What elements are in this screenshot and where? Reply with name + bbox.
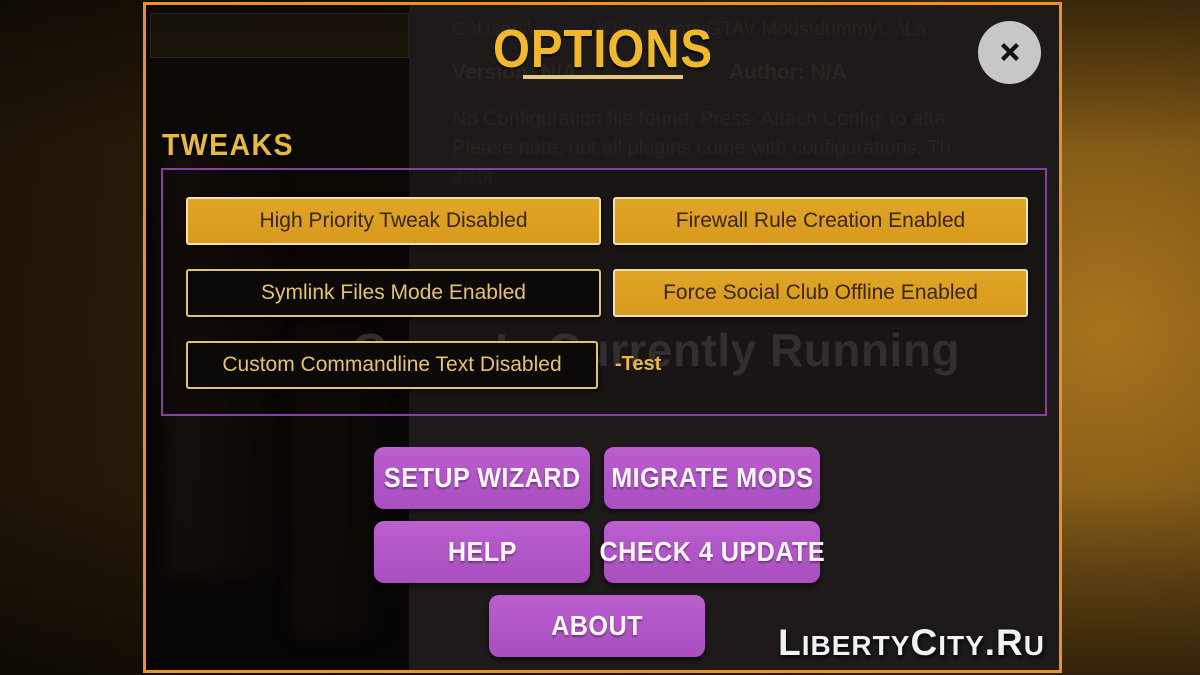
tweak-toggle-force-social-club-offline[interactable]: Force Social Club Offline Enabled bbox=[613, 269, 1028, 317]
dialog-title: OPTIONS bbox=[477, 21, 727, 79]
about-button[interactable]: ABOUT bbox=[489, 595, 705, 657]
tweaks-section-label: TWEAKS bbox=[162, 127, 294, 162]
close-x-icon bbox=[993, 36, 1027, 70]
background-plugin-listbox bbox=[150, 13, 409, 58]
background-author-label: Author: N/A bbox=[729, 61, 847, 84]
check-update-label: CHECK 4 UPDATE bbox=[599, 536, 825, 567]
tweak-toggle-firewall-rule-creation[interactable]: Firewall Rule Creation Enabled bbox=[613, 197, 1028, 245]
options-dialog-window: C:\Users\______\Documents\GTAV Mods\dumm… bbox=[143, 2, 1062, 673]
desktop-wallpaper: C:\Users\______\Documents\GTAV Mods\dumm… bbox=[0, 0, 1200, 675]
help-button[interactable]: HELP bbox=[374, 521, 590, 583]
migrate-mods-button[interactable]: MIGRATE MODS bbox=[604, 447, 820, 509]
help-label: HELP bbox=[447, 536, 517, 567]
close-button[interactable] bbox=[978, 21, 1041, 84]
background-description-line-1: No Configuration file found. Press 'Atta… bbox=[452, 108, 946, 130]
migrate-mods-label: MIGRATE MODS bbox=[610, 462, 814, 493]
check-for-update-button[interactable]: CHECK 4 UPDATE bbox=[599, 521, 824, 583]
setup-wizard-button[interactable]: SETUP WIZARD bbox=[374, 447, 590, 509]
tweak-toggle-high-priority[interactable]: High Priority Tweak Disabled bbox=[186, 197, 601, 245]
tweak-toggle-custom-commandline-text[interactable]: Custom Commandline Text Disabled bbox=[186, 341, 598, 389]
background-description-line-2: Please note, not all plugins come with c… bbox=[452, 137, 951, 159]
about-label: ABOUT bbox=[551, 610, 643, 641]
custom-commandline-value: -Test bbox=[615, 353, 662, 375]
setup-wizard-label: SETUP WIZARD bbox=[383, 462, 581, 493]
tweaks-panel: High Priority Tweak Disabled Symlink Fil… bbox=[161, 168, 1047, 416]
tweak-toggle-symlink-files-mode[interactable]: Symlink Files Mode Enabled bbox=[186, 269, 601, 317]
watermark-text: LIBERTYCITY.RU bbox=[778, 622, 1045, 663]
dialog-title-text: OPTIONS bbox=[492, 19, 713, 79]
libertycity-watermark: LIBERTYCITY.RU bbox=[778, 622, 1045, 664]
